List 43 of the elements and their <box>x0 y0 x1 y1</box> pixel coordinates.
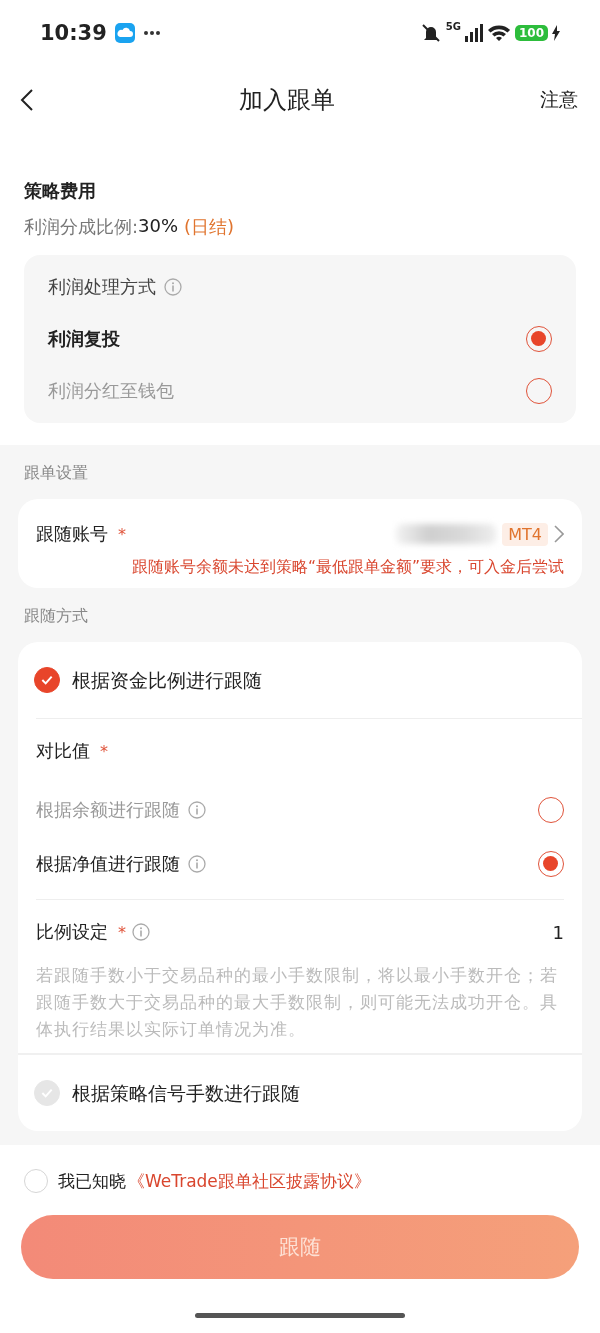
required-mark: * <box>118 922 126 942</box>
ratio-setting-label: 比例设定 <box>36 920 108 944</box>
notice-link[interactable]: 注意 <box>540 87 578 113</box>
profit-mode-label: 利润处理方式 <box>48 275 156 299</box>
section-header: 跟单设置 <box>23 462 89 484</box>
method-label: 根据资金比例进行跟随 <box>72 668 262 693</box>
compare-label: 对比值 <box>36 739 90 763</box>
platform-tag: MT4 <box>502 522 548 546</box>
option-label: 根据净值进行跟随 <box>36 852 180 876</box>
warning-text: 跟随账号余额未达到策略“最低跟单金额”要求，可入金后尝试 <box>130 557 564 578</box>
settle-label: (日结) <box>184 215 235 239</box>
back-icon[interactable] <box>20 88 34 112</box>
ratio-value: 30% <box>138 215 179 238</box>
agreement-link[interactable]: 《WeTrade跟单社区披露协议》 <box>128 1169 371 1193</box>
charging-icon <box>552 24 560 41</box>
required-mark: * <box>118 524 126 544</box>
method-label: 根据策略信号手数进行跟随 <box>72 1081 300 1106</box>
ratio-value[interactable]: 1 <box>552 921 564 943</box>
signal-icon <box>464 23 483 42</box>
cloud-app-icon <box>114 22 135 43</box>
network-label: 5G <box>445 20 461 32</box>
info-icon[interactable] <box>188 855 206 873</box>
note-text: 若跟随手数小于交易品种的最小手数限制，将以最小手数开仓；若跟随手数大于交易品种的最大手数限制，则可能无法成功开仓。具体执行结果以实际订单情况为准。 <box>36 964 559 1041</box>
required-mark: * <box>100 741 108 761</box>
more-icon <box>142 29 161 36</box>
agreement-label: 我已知晓 <box>58 1169 126 1193</box>
battery-level: 100 <box>514 24 548 41</box>
status-time: 10:39 <box>40 20 107 45</box>
option-label: 利润复投 <box>48 327 120 351</box>
option-label: 利润分红至钱包 <box>48 379 174 403</box>
info-icon[interactable] <box>164 278 182 296</box>
info-icon[interactable] <box>188 801 206 819</box>
option-label: 根据余额进行跟随 <box>36 798 180 822</box>
muted-bell-icon <box>419 22 442 43</box>
checkbox[interactable] <box>34 667 60 693</box>
account-label: 跟随账号 <box>36 522 108 546</box>
page-title: 加入跟单 <box>239 85 335 116</box>
ratio-label: 利润分成比例: <box>24 215 139 239</box>
section-title: 策略费用 <box>24 179 97 203</box>
info-icon[interactable] <box>132 923 150 941</box>
section-header: 跟随方式 <box>23 605 89 627</box>
chevron-right-icon[interactable] <box>554 525 564 543</box>
wifi-icon <box>486 23 511 42</box>
